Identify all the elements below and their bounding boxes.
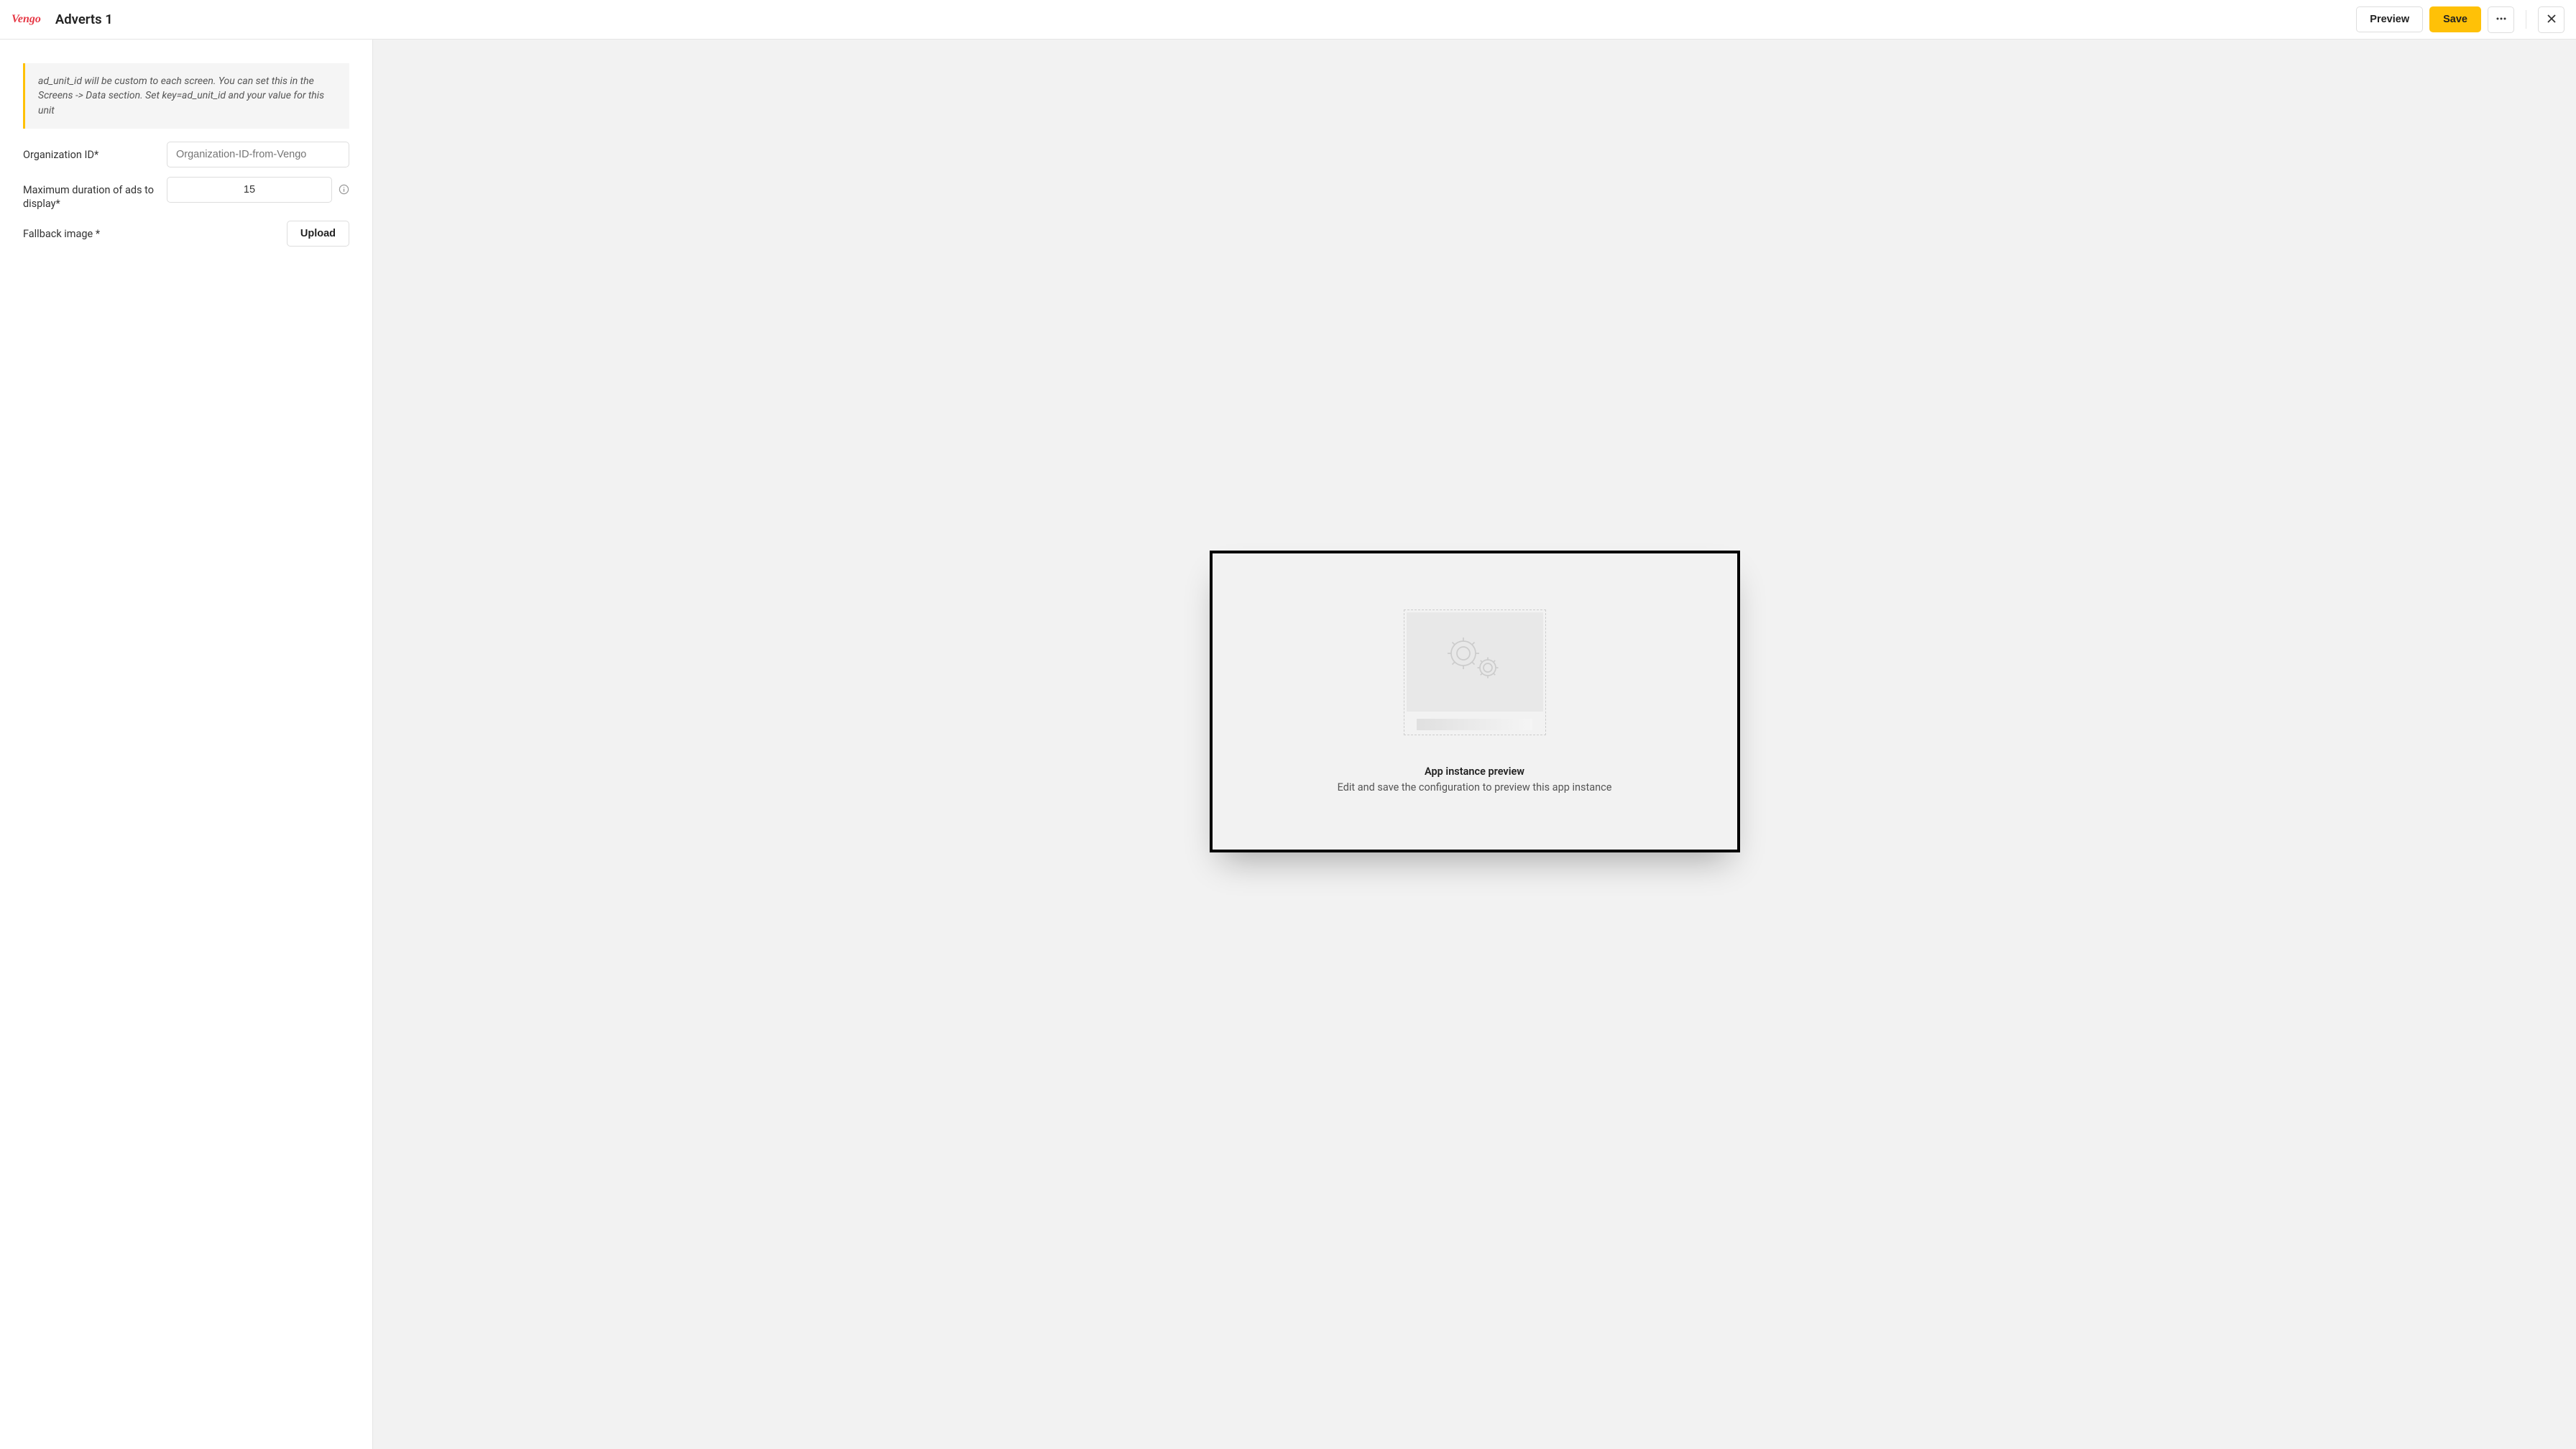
duration-row: Maximum duration of ads to display* bbox=[23, 177, 349, 211]
header-left: Vengo Adverts 1 bbox=[12, 12, 113, 27]
save-button[interactable]: Save bbox=[2429, 6, 2481, 32]
preview-panel: App instance preview Edit and save the c… bbox=[373, 40, 2576, 1449]
more-icon bbox=[2496, 13, 2507, 27]
preview-subtitle: Edit and save the configuration to previ… bbox=[1338, 781, 1612, 794]
page-title: Adverts 1 bbox=[55, 12, 113, 27]
header: Vengo Adverts 1 Preview Save bbox=[0, 0, 2576, 40]
placeholder-bar bbox=[1417, 719, 1533, 730]
org-id-input[interactable] bbox=[167, 142, 349, 167]
fallback-label: Fallback image * bbox=[23, 221, 160, 242]
preview-frame: App instance preview Edit and save the c… bbox=[1210, 551, 1740, 852]
duration-input[interactable] bbox=[167, 177, 332, 203]
gears-icon bbox=[1440, 633, 1509, 690]
placeholder-image bbox=[1407, 612, 1543, 712]
info-box: ad_unit_id will be custom to each screen… bbox=[23, 63, 349, 129]
more-button[interactable] bbox=[2488, 6, 2514, 33]
main: ad_unit_id will be custom to each screen… bbox=[0, 40, 2576, 1449]
fallback-row: Fallback image * Upload bbox=[23, 221, 349, 247]
header-actions: Preview Save bbox=[2356, 6, 2564, 33]
preview-title: App instance preview bbox=[1425, 765, 1524, 778]
upload-button[interactable]: Upload bbox=[287, 221, 349, 247]
info-icon[interactable] bbox=[338, 184, 349, 196]
logo: Vengo bbox=[12, 13, 41, 26]
org-id-row: Organization ID* bbox=[23, 142, 349, 167]
close-icon bbox=[2547, 14, 2557, 26]
close-button[interactable] bbox=[2538, 6, 2564, 33]
preview-placeholder bbox=[1404, 610, 1546, 735]
org-id-label: Organization ID* bbox=[23, 142, 160, 162]
config-sidebar: ad_unit_id will be custom to each screen… bbox=[0, 40, 373, 1449]
duration-label: Maximum duration of ads to display* bbox=[23, 177, 160, 211]
preview-button[interactable]: Preview bbox=[2356, 6, 2423, 32]
